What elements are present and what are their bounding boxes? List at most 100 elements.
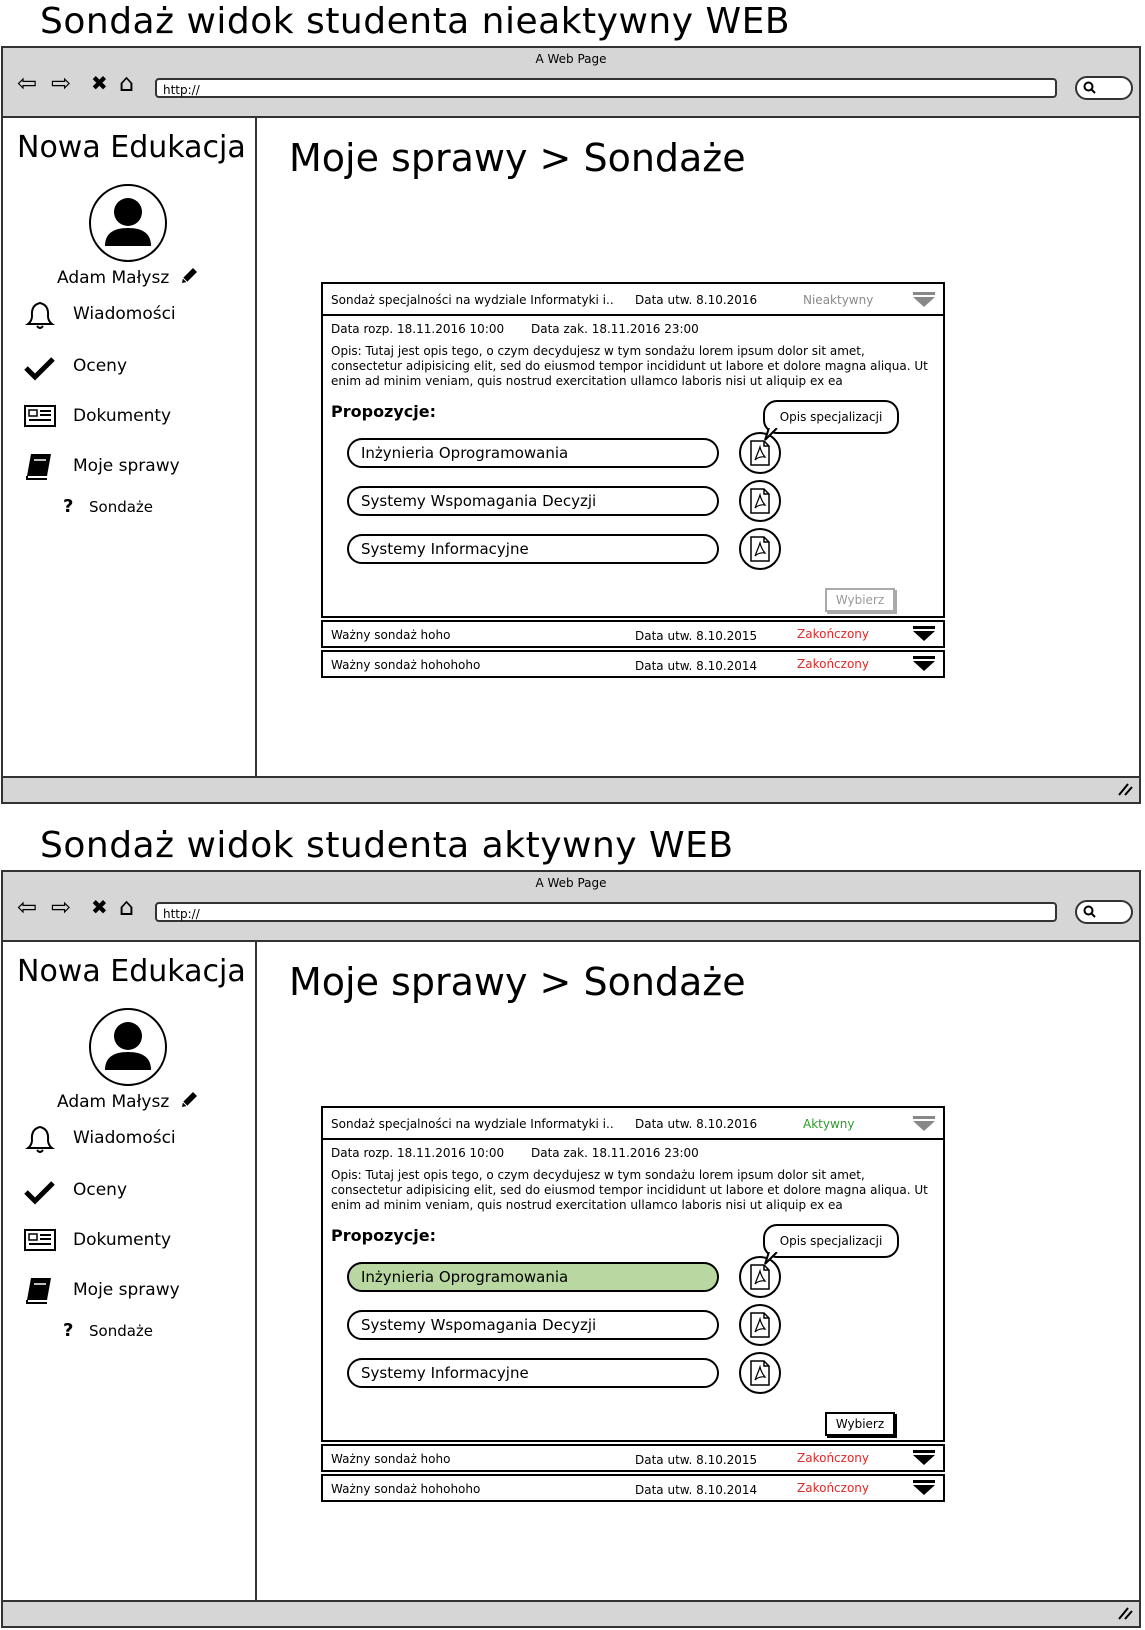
survey-row-date: Data utw. 8.10.2015 bbox=[635, 1453, 758, 1467]
url-input[interactable]: http:// bbox=[155, 78, 1057, 98]
survey-row-title: Ważny sondaż hohohoho bbox=[331, 658, 481, 672]
select-button[interactable]: Wybierz bbox=[825, 1412, 895, 1436]
sidebar-item-label: Wiadomości bbox=[73, 1128, 176, 1148]
select-button[interactable]: Wybierz bbox=[825, 588, 895, 612]
survey-panel: Sondaż specjalności na wydziale Informat… bbox=[321, 282, 945, 618]
sidebar-item-label: Oceny bbox=[73, 356, 128, 376]
home-icon[interactable]: ⌂ bbox=[119, 894, 134, 920]
sidebar: Nowa Edukacja Adam Małysz Wiadomości Oce… bbox=[3, 116, 257, 776]
proposal-option[interactable]: Inżynieria Oprogramowania bbox=[347, 438, 719, 468]
pdf-button[interactable] bbox=[739, 1352, 781, 1394]
browser-window: A Web Page ⇦ ⇨ ✖ ⌂ http:// Nowa Edukacja… bbox=[1, 46, 1141, 804]
sidebar-item-label: Wiadomości bbox=[73, 304, 176, 324]
survey-status: Aktywny bbox=[803, 1117, 855, 1131]
survey-row-status: Zakończony bbox=[797, 627, 869, 641]
pdf-icon bbox=[750, 440, 770, 466]
breadcrumb: Moje sprawy > Sondaże bbox=[289, 136, 746, 180]
survey-end-date: Data zak. 18.11.2016 23:00 bbox=[531, 1146, 699, 1160]
proposal-option[interactable]: Systemy Informacyjne bbox=[347, 534, 719, 564]
document-icon bbox=[24, 405, 56, 427]
book-icon bbox=[26, 454, 51, 480]
sidebar-subitem-label: Sondaże bbox=[89, 1322, 154, 1340]
pdf-button[interactable] bbox=[739, 480, 781, 522]
tooltip-tail bbox=[764, 428, 778, 441]
checkmark-icon bbox=[24, 357, 55, 381]
mockup-title: Sondaż widok studenta nieaktywny WEB bbox=[40, 1, 791, 42]
tooltip-tail bbox=[764, 1252, 778, 1265]
survey-panel: Sondaż specjalności na wydziale Informat… bbox=[321, 1106, 945, 1442]
expand-triangle-icon[interactable] bbox=[913, 626, 935, 642]
survey-row-date: Data utw. 8.10.2014 bbox=[635, 1483, 758, 1497]
survey-panel-header[interactable]: Sondaż specjalności na wydziale Informat… bbox=[323, 284, 943, 316]
survey-dates: Data rozp. 18.11.2016 10:00 Data zak. 18… bbox=[331, 322, 699, 336]
close-icon[interactable]: ✖ bbox=[91, 894, 108, 920]
survey-end-date: Data zak. 18.11.2016 23:00 bbox=[531, 322, 699, 336]
survey-title: Sondaż specjalności na wydziale Informat… bbox=[331, 293, 615, 307]
document-icon bbox=[24, 1229, 56, 1251]
avatar bbox=[89, 1008, 167, 1086]
avatar bbox=[89, 184, 167, 262]
survey-row[interactable]: Ważny sondaż hoho Data utw. 8.10.2015 Za… bbox=[321, 1444, 945, 1472]
pdf-icon bbox=[750, 1312, 770, 1338]
question-icon: ? bbox=[63, 1320, 74, 1341]
url-input[interactable]: http:// bbox=[155, 902, 1057, 922]
pdf-button[interactable] bbox=[739, 1304, 781, 1346]
back-icon[interactable]: ⇦ bbox=[17, 70, 37, 96]
browser-toolbar: A Web Page ⇦ ⇨ ✖ ⌂ http:// bbox=[3, 872, 1139, 942]
expand-triangle-icon[interactable] bbox=[913, 1450, 935, 1466]
pdf-icon bbox=[750, 1264, 770, 1290]
survey-created-date: Data utw. 8.10.2016 bbox=[635, 1117, 758, 1131]
user-name: Adam Małysz bbox=[57, 268, 170, 288]
survey-start-date: Data rozp. 18.11.2016 10:00 bbox=[331, 1146, 505, 1160]
resize-handle-icon[interactable] bbox=[1115, 1606, 1133, 1620]
bell-icon bbox=[25, 1125, 55, 1153]
search-button[interactable] bbox=[1075, 900, 1133, 924]
survey-row-title: Ważny sondaż hoho bbox=[331, 1452, 451, 1466]
page-title: A Web Page bbox=[535, 52, 607, 66]
survey-row-status: Zakończony bbox=[797, 657, 869, 671]
user-name: Adam Małysz bbox=[57, 1092, 170, 1112]
browser-footer bbox=[3, 776, 1139, 802]
back-icon[interactable]: ⇦ bbox=[17, 894, 37, 920]
search-button[interactable] bbox=[1075, 76, 1133, 100]
pdf-icon bbox=[750, 536, 770, 562]
pdf-icon bbox=[750, 488, 770, 514]
survey-row-status: Zakończony bbox=[797, 1451, 869, 1465]
edit-pencil-icon[interactable] bbox=[179, 1090, 199, 1110]
expand-triangle-icon[interactable] bbox=[913, 656, 935, 672]
resize-handle-icon[interactable] bbox=[1115, 782, 1133, 796]
home-icon[interactable]: ⌂ bbox=[119, 70, 134, 96]
survey-row[interactable]: Ważny sondaż hoho Data utw. 8.10.2015 Za… bbox=[321, 620, 945, 648]
proposal-option[interactable]: Systemy Wspomagania Decyzji bbox=[347, 486, 719, 516]
sidebar-subitem-label: Sondaże bbox=[89, 498, 154, 516]
collapse-triangle-icon[interactable] bbox=[913, 1116, 935, 1132]
proposals-heading: Propozycje: bbox=[331, 1226, 437, 1245]
forward-icon[interactable]: ⇨ bbox=[51, 70, 71, 96]
proposal-option[interactable]: Systemy Informacyjne bbox=[347, 1358, 719, 1388]
survey-title: Sondaż specjalności na wydziale Informat… bbox=[331, 1117, 615, 1131]
proposal-option[interactable]: Inżynieria Oprogramowania bbox=[347, 1262, 719, 1292]
sidebar: Nowa Edukacja Adam Małysz Wiadomości Oce… bbox=[3, 940, 257, 1600]
survey-created-date: Data utw. 8.10.2016 bbox=[635, 293, 758, 307]
page-title: A Web Page bbox=[535, 876, 607, 890]
expand-triangle-icon[interactable] bbox=[913, 1480, 935, 1496]
book-icon bbox=[26, 1278, 51, 1304]
sidebar-item-label: Dokumenty bbox=[73, 406, 172, 426]
survey-status: Nieaktywny bbox=[803, 293, 874, 307]
proposal-option[interactable]: Systemy Wspomagania Decyzji bbox=[347, 1310, 719, 1340]
pdf-icon bbox=[750, 1360, 770, 1386]
close-icon[interactable]: ✖ bbox=[91, 70, 108, 96]
pdf-button[interactable] bbox=[739, 528, 781, 570]
forward-icon[interactable]: ⇨ bbox=[51, 894, 71, 920]
collapse-triangle-icon[interactable] bbox=[913, 292, 935, 308]
survey-dates: Data rozp. 18.11.2016 10:00 Data zak. 18… bbox=[331, 1146, 699, 1160]
survey-panel-header[interactable]: Sondaż specjalności na wydziale Informat… bbox=[323, 1108, 943, 1140]
breadcrumb: Moje sprawy > Sondaże bbox=[289, 960, 746, 1004]
edit-pencil-icon[interactable] bbox=[179, 266, 199, 286]
checkmark-icon bbox=[24, 1181, 55, 1205]
survey-row[interactable]: Ważny sondaż hohohoho Data utw. 8.10.201… bbox=[321, 1474, 945, 1502]
survey-description: Opis: Tutaj jest opis tego, o czym decyd… bbox=[331, 1168, 928, 1212]
survey-row-title: Ważny sondaż hoho bbox=[331, 628, 451, 642]
tooltip: Opis specjalizacji bbox=[763, 1224, 899, 1258]
survey-row[interactable]: Ważny sondaż hohohoho Data utw. 8.10.201… bbox=[321, 650, 945, 678]
